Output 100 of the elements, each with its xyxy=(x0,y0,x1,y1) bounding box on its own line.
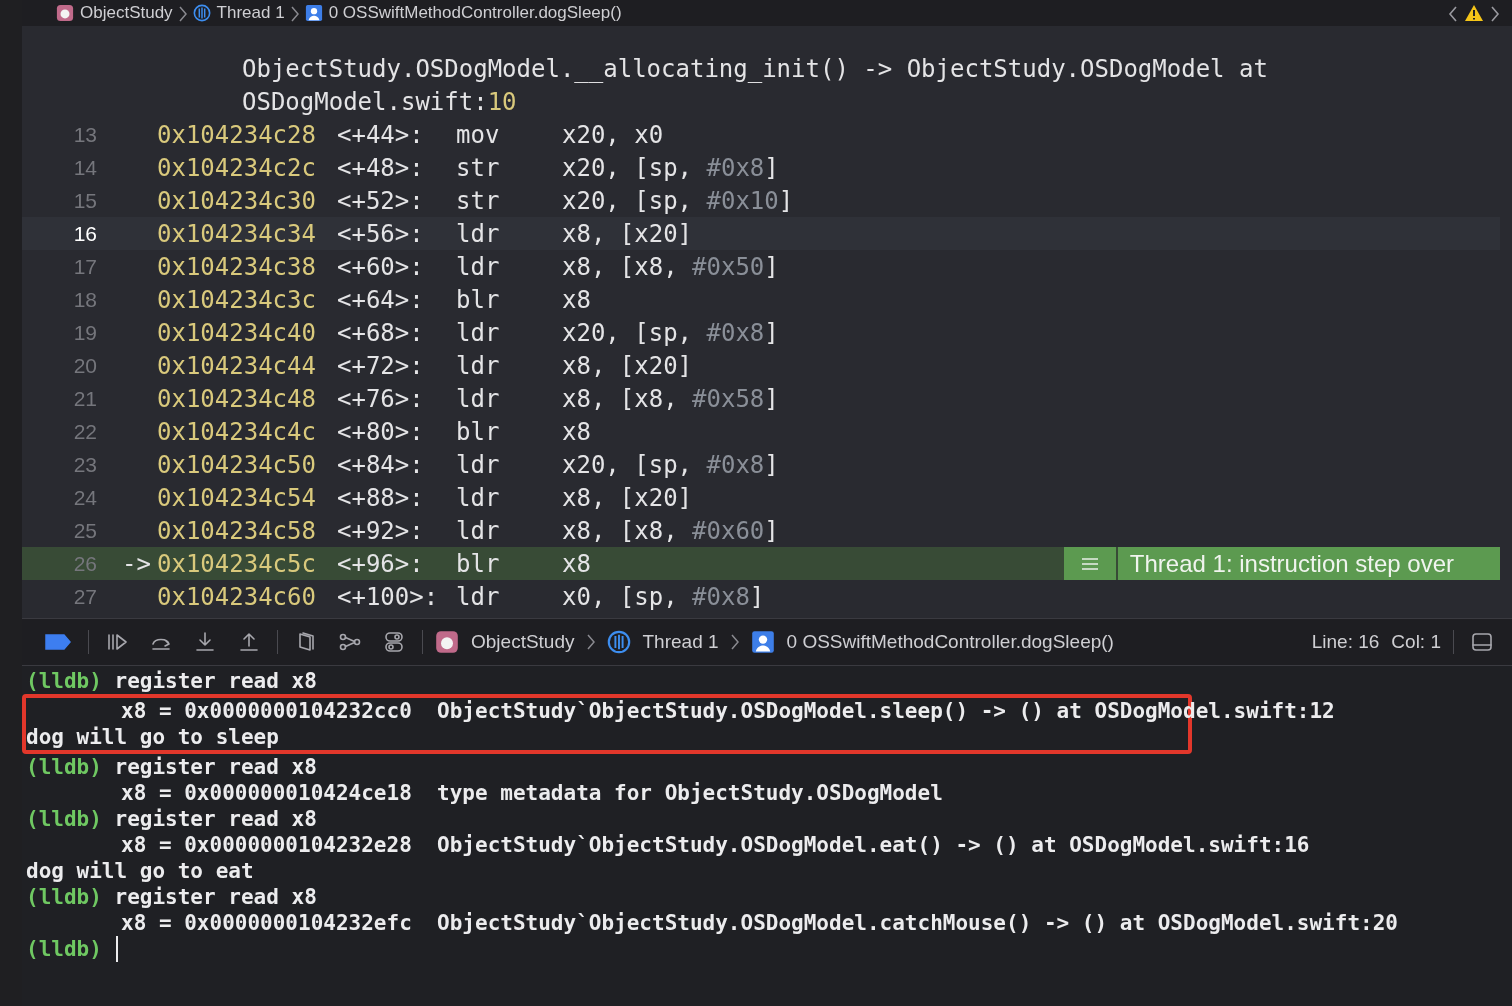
address: 0x104234c2c xyxy=(157,153,317,182)
operands: x20, [sp, #0x8] xyxy=(562,153,779,182)
console-output: dog will go to eat xyxy=(26,858,254,884)
opcode: ldr xyxy=(456,351,501,380)
opcode: ldr xyxy=(456,450,501,479)
code-line: OSDogModel.swift:10 xyxy=(242,87,517,116)
lldb-prompt: (lldb) xyxy=(26,806,102,832)
opcode: ldr xyxy=(456,219,501,248)
path-item[interactable]: 0 OSSwiftMethodController.dogSleep() xyxy=(328,4,622,22)
line-number: 25 xyxy=(72,518,97,543)
line-number: 15 xyxy=(72,188,97,213)
operands: x20, [sp, #0x8] xyxy=(562,450,779,479)
path-item[interactable]: ObjectStudy xyxy=(80,4,173,22)
opcode: blr xyxy=(456,285,501,314)
address: 0x104234c48 xyxy=(157,384,317,413)
lldb-prompt: (lldb) xyxy=(26,884,102,910)
address: 0x104234c28 xyxy=(157,120,317,149)
line-number: 27 xyxy=(72,584,97,609)
console-command: register read x8 xyxy=(113,884,317,910)
line-indicator: Line: 16 xyxy=(1311,633,1380,651)
operands: x20, [sp, #0x8] xyxy=(562,318,779,347)
code-line: ObjectStudy.OSDogModel.__allocating_init() -> ObjectStudy.OSDogModel at xyxy=(242,54,1268,83)
address: 0x104234c54 xyxy=(157,483,317,512)
person-icon xyxy=(750,630,775,654)
opcode: ldr xyxy=(456,483,501,512)
path-item[interactable]: Thread 1 xyxy=(642,633,719,651)
address: 0x104234c60 xyxy=(157,582,317,611)
path-item[interactable]: ObjectStudy xyxy=(471,633,575,651)
console-output: x8 = 0x0000000104232e28 ObjectStudy`ObjectStudy.OSDogModel.eat() -> () at OSDogModel.swift:16 xyxy=(120,832,1310,858)
opcode: blr xyxy=(456,549,501,578)
offset: <+60>: xyxy=(337,252,425,281)
column-indicator: Col: 1 xyxy=(1391,633,1441,651)
offset: <+92>: xyxy=(337,516,425,545)
address: 0x104234c58 xyxy=(157,516,317,545)
offset: <+96>: xyxy=(337,549,425,578)
line-number: 22 xyxy=(72,419,97,444)
console-command: register read x8 xyxy=(113,668,317,694)
opcode: ldr xyxy=(456,318,501,347)
thread-annotation: Thread 1: instruction step over xyxy=(1117,547,1500,580)
operands: x20, x0 xyxy=(562,120,664,149)
address: 0x104234c4c xyxy=(157,417,317,446)
address: 0x104234c3c xyxy=(157,285,317,314)
thread-icon xyxy=(606,630,631,654)
offset: <+80>: xyxy=(337,417,425,446)
line-number: 19 xyxy=(72,320,97,345)
path-item[interactable]: Thread 1 xyxy=(216,4,285,22)
chevron-left-icon[interactable] xyxy=(1448,6,1458,22)
thread-icon xyxy=(192,4,211,22)
chevron-icon xyxy=(730,634,739,650)
path-item[interactable]: 0 OSSwiftMethodController.dogSleep() xyxy=(786,633,1114,651)
opcode: str xyxy=(456,186,501,215)
operands: x0, [sp, #0x8] xyxy=(562,582,765,611)
offset: <+52>: xyxy=(337,186,425,215)
operands: x8, [x8, #0x50] xyxy=(562,252,779,281)
line-number: 18 xyxy=(72,287,97,312)
operands: x8 xyxy=(562,417,591,446)
opcode: mov xyxy=(456,120,501,149)
operands: x8 xyxy=(562,549,591,578)
person-icon xyxy=(304,4,323,22)
offset: <+44>: xyxy=(337,120,425,149)
lldb-prompt: (lldb) xyxy=(26,936,102,962)
operands: x20, [sp, #0x10] xyxy=(562,186,794,215)
console-output: x8 = 0x0000000104232efc ObjectStudy`ObjectStudy.OSDogModel.catchMouse() -> () at OSDogModel.swift:20 xyxy=(120,910,1398,936)
operands: x8, [x20] xyxy=(562,219,693,248)
console-command: register read x8 xyxy=(113,806,317,832)
line-number: 24 xyxy=(72,485,97,510)
offset: <+100>: xyxy=(337,582,440,611)
address: 0x104234c44 xyxy=(157,351,317,380)
address: 0x104234c40 xyxy=(157,318,317,347)
line-number: 21 xyxy=(72,386,97,411)
offset: <+68>: xyxy=(337,318,425,347)
address: 0x104234c50 xyxy=(157,450,317,479)
opcode: ldr xyxy=(456,384,501,413)
warning-icon[interactable] xyxy=(1464,4,1484,22)
line-number: 20 xyxy=(72,353,97,378)
console-output: dog will go to sleep xyxy=(26,724,279,750)
offset: <+88>: xyxy=(337,483,425,512)
offset: <+76>: xyxy=(337,384,425,413)
line-number: 13 xyxy=(72,122,97,147)
line-number: 16 xyxy=(72,221,97,246)
pc-arrow: -> xyxy=(122,549,151,578)
app-icon xyxy=(435,630,459,654)
operands: x8, [x8, #0x58] xyxy=(562,384,779,413)
offset: <+56>: xyxy=(337,219,425,248)
opcode: ldr xyxy=(456,252,501,281)
app-icon xyxy=(56,4,74,22)
offset: <+84>: xyxy=(337,450,425,479)
line-number: 17 xyxy=(72,254,97,279)
offset: <+64>: xyxy=(337,285,425,314)
operands: x8 xyxy=(562,285,591,314)
lldb-prompt: (lldb) xyxy=(26,668,102,694)
opcode: str xyxy=(456,153,501,182)
address: 0x104234c5c xyxy=(157,549,317,578)
address: 0x104234c34 xyxy=(157,219,317,248)
chevron-right-icon[interactable] xyxy=(1490,6,1500,22)
offset: <+72>: xyxy=(337,351,425,380)
operands: x8, [x20] xyxy=(562,351,693,380)
opcode: ldr xyxy=(456,516,501,545)
line-number: 23 xyxy=(72,452,97,477)
opcode: blr xyxy=(456,417,501,446)
